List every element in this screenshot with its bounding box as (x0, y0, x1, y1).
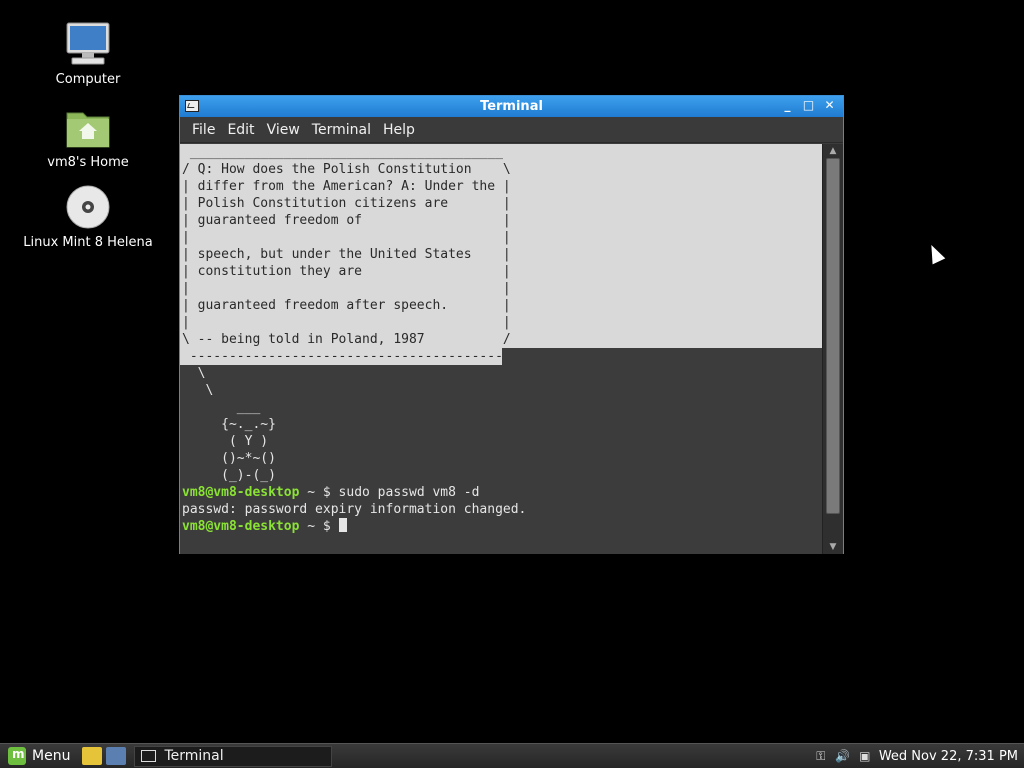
cowsay-bubble-line: | differ from the American? A: Under the… (182, 179, 511, 194)
start-menu-button[interactable]: Menu (0, 744, 78, 768)
desktop-icon-label: Linux Mint 8 Helena (23, 235, 153, 250)
cowsay-art-line: {~._.~} (182, 417, 276, 432)
cowsay-bubble-line: | Polish Constitution citizens are | (182, 196, 511, 211)
prompt-suffix: ~ $ (299, 519, 339, 534)
close-icon[interactable]: ✕ (822, 98, 837, 113)
cowsay-bubble-line: | constitution they are | (182, 264, 511, 279)
menu-view[interactable]: View (261, 122, 306, 138)
cowsay-bubble-line: | guaranteed freedom after speech. | (182, 298, 511, 313)
cowsay-bubble-line: / Q: How does the Polish Constitution \ (182, 162, 511, 177)
menu-terminal[interactable]: Terminal (306, 122, 377, 138)
terminal-app-icon[interactable] (185, 100, 199, 112)
window-titlebar[interactable]: Terminal _ □ ✕ (180, 96, 843, 117)
terminal-window[interactable]: Terminal _ □ ✕ File Edit View Terminal H… (179, 95, 844, 554)
system-tray: ⚿ 🔊 ▣ Wed Nov 22, 7:31 PM (813, 748, 1024, 764)
show-desktop-icon[interactable] (106, 747, 127, 765)
desktop-icon-disc[interactable]: Linux Mint 8 Helena (18, 183, 158, 250)
desktop-icon-label: vm8's Home (47, 155, 129, 170)
menu-bar: File Edit View Terminal Help (180, 117, 843, 143)
command-output: passwd: password expiry information chan… (182, 502, 527, 517)
cowsay-bubble-line: | guaranteed freedom of | (182, 213, 511, 228)
scroll-thumb[interactable] (826, 158, 840, 514)
task-label: Terminal (164, 748, 224, 764)
shell-command: sudo passwd vm8 -d (338, 485, 480, 500)
update-manager-icon[interactable]: ▣ (857, 748, 873, 764)
maximize-icon[interactable]: □ (801, 98, 816, 113)
text-editor-launcher-icon[interactable] (82, 747, 103, 765)
terminal-text: ________________________________________… (182, 144, 526, 535)
menu-edit[interactable]: Edit (221, 122, 260, 138)
cowsay-bubble-line: \ -- being told in Poland, 1987 / (182, 332, 511, 347)
cowsay-bubble-line: | | (182, 230, 511, 245)
scroll-up-icon[interactable]: ▲ (828, 146, 838, 156)
home-folder-icon (66, 112, 110, 148)
cowsay-art-line: \ (182, 366, 206, 381)
window-title: Terminal (480, 99, 543, 114)
mouse-pointer-icon (925, 242, 946, 265)
terminal-scrollbar[interactable]: ▲ ▼ (822, 144, 843, 554)
cowsay-bubble-line: | | (182, 315, 511, 330)
mint-logo-icon (8, 747, 26, 765)
terminal-task-icon (141, 750, 157, 762)
desktop-icon-label: Computer (55, 72, 121, 87)
cowsay-bubble-line: | | (182, 281, 511, 296)
cowsay-art-line: (_)-(_) (182, 468, 276, 483)
desktop-icon-computer[interactable]: Computer (18, 20, 158, 87)
network-icon[interactable]: ⚿ (813, 748, 829, 764)
shell-prompt: vm8@vm8-desktop (182, 485, 300, 500)
taskbar-task-terminal[interactable]: Terminal (134, 745, 333, 767)
volume-icon[interactable]: 🔊 (835, 748, 851, 764)
disc-icon (66, 185, 110, 229)
desktop-icon-home[interactable]: vm8's Home (18, 103, 158, 170)
cowsay-bubble-line: | speech, but under the United States | (182, 247, 511, 262)
cowsay-bubble-line: ---------------------------------------- (182, 349, 503, 364)
menu-file[interactable]: File (186, 122, 221, 138)
shell-prompt: vm8@vm8-desktop (182, 519, 300, 534)
cowsay-art-line: ()~*~() (182, 451, 276, 466)
clock[interactable]: Wed Nov 22, 7:31 PM (879, 749, 1018, 764)
computer-icon (66, 22, 110, 65)
start-menu-label: Menu (32, 748, 71, 764)
minimize-icon[interactable]: _ (780, 98, 795, 113)
cowsay-art-line: ( Y ) (182, 434, 269, 449)
prompt-suffix: ~ $ (299, 485, 339, 500)
scroll-down-icon[interactable]: ▼ (828, 542, 838, 552)
cowsay-art-line: ___ (182, 400, 261, 415)
terminal-cursor (338, 518, 347, 532)
desktop: Computer vm8's Home Linux Mint 8 Helena … (0, 0, 1024, 768)
menu-help[interactable]: Help (377, 122, 421, 138)
taskbar: Menu Terminal ⚿ 🔊 ▣ Wed Nov 22, 7:31 PM (0, 743, 1024, 768)
cowsay-art-line: \ (182, 383, 214, 398)
cowsay-bubble-line: ________________________________________ (182, 145, 503, 160)
terminal-output[interactable]: ________________________________________… (180, 144, 823, 554)
